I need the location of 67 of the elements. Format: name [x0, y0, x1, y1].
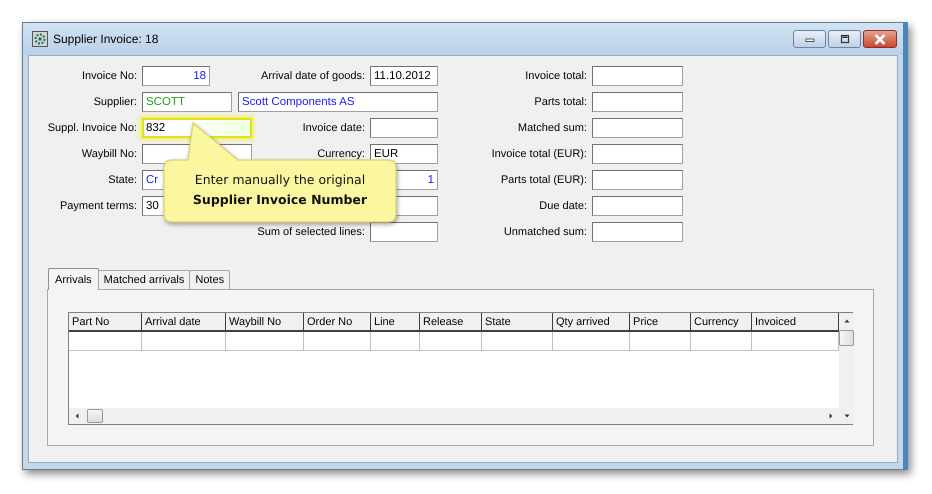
- field-label: Invoice total:: [524, 69, 587, 83]
- input-field[interactable]: [592, 196, 683, 216]
- input-field[interactable]: [592, 144, 683, 164]
- field-label: Parts total:: [533, 95, 587, 109]
- scroll-left-icon[interactable]: [73, 412, 81, 420]
- tab[interactable]: Notes: [189, 270, 230, 289]
- column-header[interactable]: State: [482, 313, 553, 332]
- input-field[interactable]: [370, 118, 438, 138]
- minimize-button[interactable]: [793, 30, 826, 48]
- horizontal-scrollbar[interactable]: [69, 408, 839, 424]
- close-icon: [873, 34, 887, 44]
- field-label: Matched sum:: [516, 121, 587, 135]
- scroll-down-icon[interactable]: [842, 412, 850, 420]
- column-header[interactable]: Waybill No: [226, 313, 304, 332]
- input-field[interactable]: 11.10.2012: [370, 66, 438, 86]
- column-header[interactable]: Line: [371, 313, 420, 332]
- tab[interactable]: Arrivals: [48, 268, 99, 290]
- field-label: Arrival date of goods:: [260, 69, 365, 83]
- field-label: Unmatched sum:: [502, 225, 587, 239]
- callout-text: Enter manually the original Supplier Invoice Number: [192, 171, 368, 209]
- close-button[interactable]: [863, 30, 897, 48]
- column-header[interactable]: Part No: [69, 313, 142, 332]
- input-field[interactable]: EUR: [370, 144, 438, 164]
- table-cell: [371, 332, 420, 351]
- scroll-thumb[interactable]: [87, 409, 103, 423]
- column-header[interactable]: Currency: [691, 313, 752, 332]
- input-field[interactable]: Scott Components AS: [238, 92, 438, 112]
- field-label: Due date:: [538, 199, 587, 213]
- field-label: Supplier:: [92, 95, 137, 109]
- table-cell: [482, 332, 553, 351]
- field-label: Invoice total (EUR):: [490, 147, 587, 161]
- column-header[interactable]: Order No: [304, 313, 371, 332]
- field-label: Parts total (EUR):: [500, 173, 587, 187]
- maximize-button[interactable]: [828, 30, 861, 48]
- table-cell: [630, 332, 691, 351]
- input-field[interactable]: [370, 222, 438, 242]
- table-cell: [420, 332, 482, 351]
- maximize-icon: [838, 34, 850, 44]
- column-header[interactable]: Arrival date: [142, 313, 226, 332]
- tab[interactable]: Matched arrivals: [98, 270, 190, 289]
- table-cell: [691, 332, 752, 351]
- input-field[interactable]: 832: [142, 118, 252, 138]
- vertical-scrollbar[interactable]: [839, 313, 854, 424]
- field-label: Currency:: [316, 147, 365, 161]
- input-field[interactable]: [592, 222, 683, 242]
- field-label: Waybill No:: [80, 147, 137, 161]
- table-cell: [304, 332, 371, 351]
- scroll-up-icon[interactable]: [842, 317, 850, 325]
- input-field[interactable]: [592, 118, 683, 138]
- window-title: Supplier Invoice: 18: [53, 32, 158, 46]
- column-header[interactable]: Price: [630, 313, 691, 332]
- input-field[interactable]: [592, 170, 683, 190]
- column-header[interactable]: Qty arrived: [553, 313, 630, 332]
- column-header[interactable]: Release: [420, 313, 482, 332]
- field-label: Suppl. Invoice No:: [46, 121, 137, 135]
- column-header[interactable]: Invoiced: [752, 313, 839, 332]
- field-label: Sum of selected lines:: [257, 225, 365, 239]
- field-label: Invoice No:: [80, 69, 137, 83]
- field-label: Invoice date:: [302, 121, 365, 135]
- input-field[interactable]: 18: [142, 66, 210, 86]
- scroll-right-icon[interactable]: [827, 412, 835, 420]
- scroll-thumb[interactable]: [839, 330, 854, 346]
- input-field[interactable]: [592, 92, 683, 112]
- field-label: State:: [107, 173, 137, 187]
- input-field[interactable]: [592, 66, 683, 86]
- field-label: Payment terms:: [58, 199, 137, 213]
- gear-icon: [32, 31, 48, 47]
